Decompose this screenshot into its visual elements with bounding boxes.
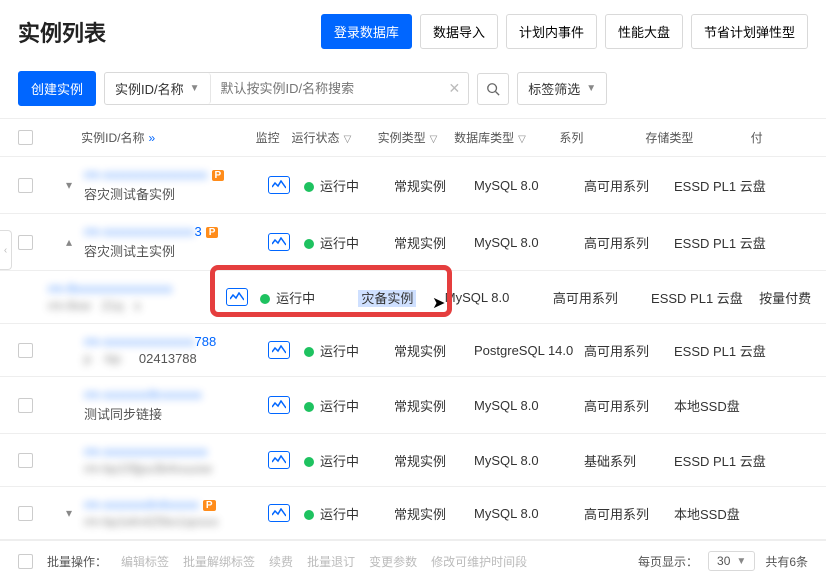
instance-id-link[interactable]: rm-xxxxxxxxxxxxxxxx bbox=[84, 167, 208, 182]
column-billing: 付 bbox=[751, 129, 808, 146]
status-dot-icon bbox=[304, 402, 314, 412]
expand-toggle[interactable]: ▾ bbox=[66, 178, 72, 192]
total-count: 共有6条 bbox=[765, 553, 808, 570]
row-checkbox[interactable] bbox=[18, 398, 33, 413]
cursor-icon: ➤ bbox=[432, 293, 445, 313]
tag-filter-select[interactable]: 标签筛选 ▼ bbox=[517, 72, 607, 105]
footer-select-all-checkbox[interactable] bbox=[18, 554, 33, 569]
status-dot-icon bbox=[304, 347, 314, 357]
column-storage: 存储类型 bbox=[645, 129, 750, 146]
table-row: rm-xxxxxxx9cxxxxxx 测试同步链接 运行中 常规实例 MySQL… bbox=[0, 377, 826, 434]
search-icon bbox=[486, 82, 500, 96]
select-all-checkbox[interactable] bbox=[18, 130, 33, 145]
search-container: 实例ID/名称 ▼ ✕ bbox=[104, 72, 469, 105]
scheduled-events-button[interactable]: 计划内事件 bbox=[506, 14, 597, 49]
column-series: 系列 bbox=[559, 129, 645, 146]
double-chevron-icon: » bbox=[148, 131, 155, 145]
monitor-icon[interactable] bbox=[268, 504, 290, 522]
import-data-button[interactable]: 数据导入 bbox=[420, 14, 498, 49]
edge-collapse-handle[interactable]: ‹ bbox=[0, 230, 12, 270]
batch-edit-tag[interactable]: 编辑标签 bbox=[121, 553, 169, 570]
sub-instance-row: rm-8xxxxxxxxxxxxxxx rm-8xw 21q s 运行中 灾备实… bbox=[0, 271, 826, 324]
column-db-type[interactable]: 数据库类型▽ bbox=[454, 129, 559, 146]
footer-bar: 批量操作： 编辑标签 批量解绑标签 续费 批量退订 变更参数 修改可维护时间段 … bbox=[0, 540, 826, 581]
row-checkbox[interactable] bbox=[18, 178, 33, 193]
search-input[interactable] bbox=[211, 75, 441, 102]
monitor-icon[interactable] bbox=[268, 451, 290, 469]
column-instance-type[interactable]: 实例类型▽ bbox=[378, 129, 455, 146]
instance-type-highlighted: 灾备实例 bbox=[358, 290, 416, 307]
search-type-label: 实例ID/名称 bbox=[115, 79, 184, 98]
instance-alias: 测试同步链接 bbox=[84, 404, 254, 423]
row-checkbox[interactable] bbox=[18, 343, 33, 358]
instance-id-link[interactable]: rm-xxxxxxxln4xxxxx bbox=[84, 497, 199, 512]
status-dot-icon bbox=[304, 182, 314, 192]
batch-change-params[interactable]: 变更参数 bbox=[369, 553, 417, 570]
chevron-down-icon: ▼ bbox=[586, 83, 596, 94]
status-dot-icon bbox=[304, 457, 314, 467]
instances-table: 实例ID/名称» 监控 运行状态▽ 实例类型▽ 数据库类型▽ 系列 存储类型 付… bbox=[0, 118, 826, 540]
instance-alias: 容灾测试备实例 bbox=[84, 184, 254, 203]
status-dot-icon bbox=[304, 239, 314, 249]
login-database-button[interactable]: 登录数据库 bbox=[321, 14, 412, 49]
table-row: ▾ rm-xxxxxxxxxxxxxxxxP 容灾测试备实例 运行中 常规实例 … bbox=[0, 157, 826, 214]
header-actions: 登录数据库 数据导入 计划内事件 性能大盘 节省计划弹性型 bbox=[321, 14, 808, 49]
chevron-down-icon: ▼ bbox=[190, 83, 200, 94]
monitor-icon[interactable] bbox=[268, 396, 290, 414]
status-dot-icon bbox=[260, 294, 270, 304]
page-size-label: 每页显示： bbox=[638, 553, 698, 570]
instance-id-link[interactable]: rm-xxxxxxx9cxxxxxx bbox=[84, 387, 202, 402]
table-row: ▴ rm-xxxxxxxxxxxxxx3P 容灾测试主实例 运行中 常规实例 M… bbox=[0, 214, 826, 271]
funnel-icon: ▽ bbox=[518, 134, 526, 145]
status-dot-icon bbox=[304, 510, 314, 520]
instance-id-link[interactable]: rm-xxxxxxxxxxxxxx bbox=[84, 224, 195, 239]
table-row: ▾ rm-xxxxxxxln4xxxxx P rm-bp1eln425bx1qxx… bbox=[0, 487, 826, 540]
monitor-icon[interactable] bbox=[226, 288, 248, 306]
table-row: rm-xxxxxxxxxxxxxx788 p -bp 02413788 运行中 … bbox=[0, 324, 826, 377]
batch-logout[interactable]: 批量退订 bbox=[307, 553, 355, 570]
column-name[interactable]: 实例ID/名称» bbox=[81, 129, 244, 146]
monitor-icon[interactable] bbox=[268, 233, 290, 251]
monitor-icon[interactable] bbox=[268, 176, 290, 194]
expand-toggle[interactable]: ▾ bbox=[66, 506, 72, 520]
tag-filter-label: 标签筛选 bbox=[528, 79, 580, 98]
instance-id-link[interactable]: rm-xxxxxxxxxxxxxx bbox=[84, 334, 195, 349]
savings-plan-button[interactable]: 节省计划弹性型 bbox=[691, 14, 808, 49]
page-title: 实例列表 bbox=[18, 16, 106, 48]
performance-dashboard-button[interactable]: 性能大盘 bbox=[605, 14, 683, 49]
search-button[interactable] bbox=[477, 73, 509, 105]
instance-id-link[interactable]: rm-8xxxxxxxxxxxxxxx bbox=[48, 281, 172, 296]
funnel-icon: ▽ bbox=[430, 134, 438, 145]
batch-renew[interactable]: 续费 bbox=[269, 553, 293, 570]
monitor-icon[interactable] bbox=[268, 341, 290, 359]
clear-search-icon[interactable]: ✕ bbox=[441, 80, 469, 97]
create-instance-button[interactable]: 创建实例 bbox=[18, 71, 96, 106]
expand-toggle[interactable]: ▴ bbox=[66, 235, 72, 249]
page-size-select[interactable]: 30 ▼ bbox=[708, 551, 755, 571]
batch-untag[interactable]: 批量解绑标签 bbox=[183, 553, 255, 570]
chevron-down-icon: ▼ bbox=[736, 556, 746, 567]
funnel-icon: ▽ bbox=[344, 134, 352, 145]
p-badge: P bbox=[212, 170, 225, 181]
column-status[interactable]: 运行状态▽ bbox=[292, 129, 378, 146]
table-header: 实例ID/名称» 监控 运行状态▽ 实例类型▽ 数据库类型▽ 系列 存储类型 付 bbox=[0, 118, 826, 157]
row-checkbox[interactable] bbox=[18, 235, 33, 250]
instance-alias: rm-bp15fjpu3b4vuusw bbox=[84, 461, 254, 476]
p-badge: P bbox=[203, 500, 216, 511]
row-checkbox[interactable] bbox=[18, 506, 33, 521]
batch-label: 批量操作： bbox=[47, 553, 107, 570]
instance-alias: rm-8xw 21q s bbox=[48, 298, 213, 313]
instance-id-link[interactable]: rm-xxxxxxxxxxxxxxxx bbox=[84, 444, 208, 459]
row-checkbox[interactable] bbox=[18, 453, 33, 468]
table-row: rm-xxxxxxxxxxxxxxxx rm-bp15fjpu3b4vuusw … bbox=[0, 434, 826, 487]
batch-maintain[interactable]: 修改可维护时间段 bbox=[431, 553, 527, 570]
p-badge: P bbox=[206, 227, 219, 238]
column-monitor: 监控 bbox=[244, 129, 292, 146]
instance-alias: 容灾测试主实例 bbox=[84, 241, 254, 260]
search-type-select[interactable]: 实例ID/名称 ▼ bbox=[105, 73, 211, 104]
instance-alias: rm-bp1eln425bx1qxxxx bbox=[84, 514, 254, 529]
